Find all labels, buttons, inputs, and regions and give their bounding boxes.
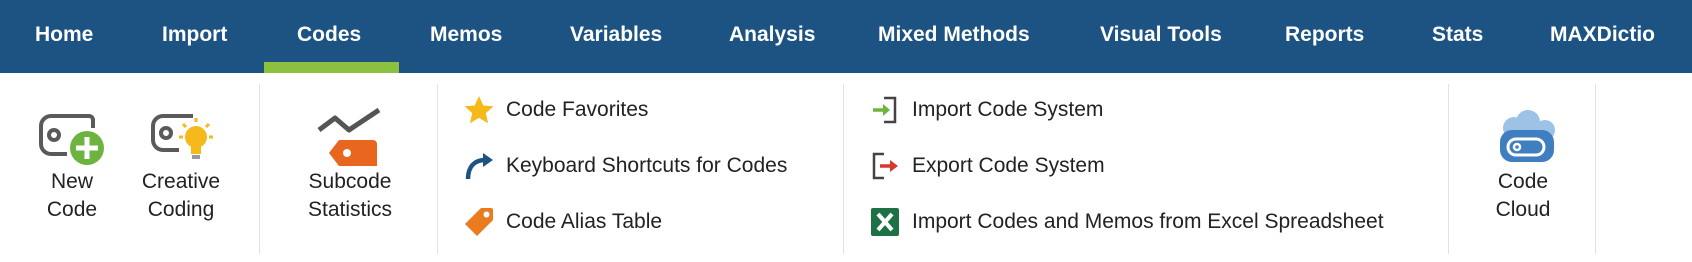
new-code-label-line2: Code xyxy=(46,198,98,221)
tab-import[interactable]: Import xyxy=(162,0,227,73)
code-cloud-label-line2: Cloud xyxy=(1495,198,1551,221)
ribbon-separator xyxy=(1595,84,1596,254)
active-tab-indicator xyxy=(264,62,399,73)
code-cloud-icon xyxy=(1468,106,1578,168)
export-code-system-label: Export Code System xyxy=(912,154,1105,177)
import-code-system-button[interactable]: Import Code System xyxy=(868,90,1103,130)
star-icon xyxy=(462,93,496,127)
code-favorites-label: Code Favorites xyxy=(506,98,649,121)
export-icon xyxy=(868,149,902,183)
keyboard-shortcuts-button[interactable]: Keyboard Shortcuts for Codes xyxy=(462,146,787,186)
code-favorites-button[interactable]: Code Favorites xyxy=(462,90,648,130)
tab-variables[interactable]: Variables xyxy=(570,0,662,73)
tab-memos[interactable]: Memos xyxy=(430,0,502,73)
new-code-icon xyxy=(30,106,114,168)
tab-mixed-methods[interactable]: Mixed Methods xyxy=(878,0,1030,73)
new-code-button[interactable]: New Code xyxy=(30,106,114,224)
tab-stats[interactable]: Stats xyxy=(1432,0,1483,73)
tab-home[interactable]: Home xyxy=(35,0,93,73)
tab-maxdictio[interactable]: MAXDictio xyxy=(1550,0,1655,73)
new-code-label-line1: New xyxy=(50,170,93,193)
code-alias-table-button[interactable]: Code Alias Table xyxy=(462,202,662,242)
creative-coding-label-line2: Coding xyxy=(147,198,215,221)
import-icon xyxy=(868,93,902,127)
creative-coding-label-line1: Creative xyxy=(141,170,221,193)
ribbon-separator xyxy=(843,84,844,254)
subcode-statistics-label-line1: Subcode xyxy=(308,170,392,193)
code-alias-table-label: Code Alias Table xyxy=(506,210,663,233)
code-cloud-button[interactable]: Code Cloud xyxy=(1468,106,1578,224)
codes-ribbon xyxy=(0,73,1692,262)
subcode-statistics-button[interactable]: Subcode Statistics xyxy=(294,104,406,224)
export-code-system-button[interactable]: Export Code System xyxy=(868,146,1105,186)
code-cloud-label-line1: Code xyxy=(1497,170,1549,193)
subcode-statistics-label-line2: Statistics xyxy=(307,198,393,221)
creative-coding-icon xyxy=(131,106,231,168)
import-excel-button[interactable]: Import Codes and Memos from Excel Spread… xyxy=(868,202,1384,242)
keyboard-shortcuts-label: Keyboard Shortcuts for Codes xyxy=(506,154,788,177)
tag-icon xyxy=(462,205,496,239)
ribbon-separator xyxy=(437,84,438,254)
ribbon-separator xyxy=(1448,84,1449,254)
creative-coding-button[interactable]: Creative Coding xyxy=(131,106,231,224)
import-code-system-label: Import Code System xyxy=(912,98,1104,121)
subcode-statistics-icon xyxy=(294,104,406,168)
ribbon-separator xyxy=(259,84,260,254)
tab-analysis[interactable]: Analysis xyxy=(729,0,815,73)
tab-visual-tools[interactable]: Visual Tools xyxy=(1100,0,1222,73)
import-excel-label: Import Codes and Memos from Excel Spread… xyxy=(912,210,1384,233)
curved-arrow-icon xyxy=(462,149,496,183)
tab-reports[interactable]: Reports xyxy=(1285,0,1364,73)
excel-icon xyxy=(868,205,902,239)
main-menu-bar: Home Import Codes Memos Variables Analys… xyxy=(0,0,1692,73)
